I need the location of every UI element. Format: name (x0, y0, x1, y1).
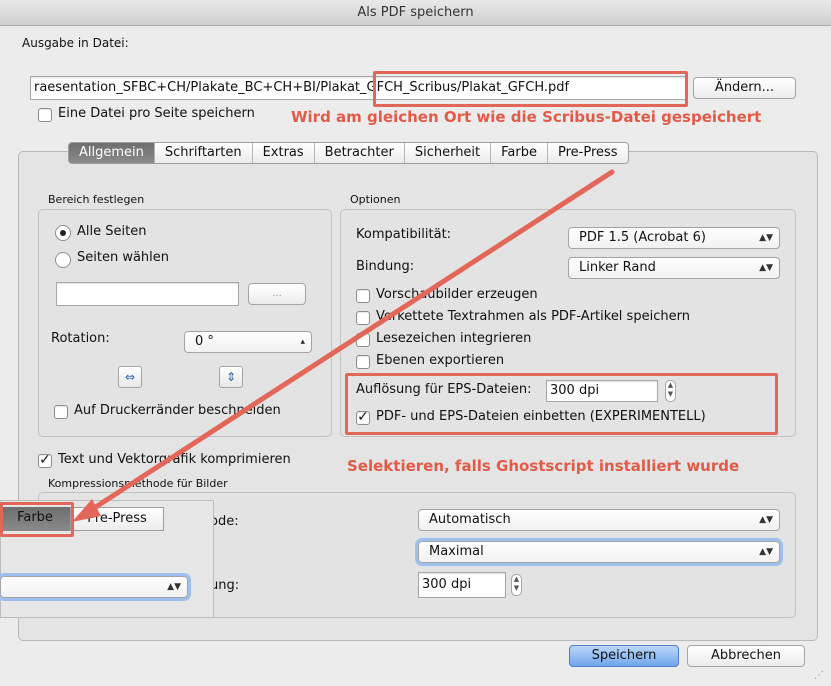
save-button[interactable]: Speichern (569, 645, 679, 667)
cancel-button[interactable]: Abbrechen (687, 645, 805, 667)
resize-grip-icon[interactable]: ⋰ (814, 670, 826, 682)
annotation-arrow (72, 169, 615, 522)
